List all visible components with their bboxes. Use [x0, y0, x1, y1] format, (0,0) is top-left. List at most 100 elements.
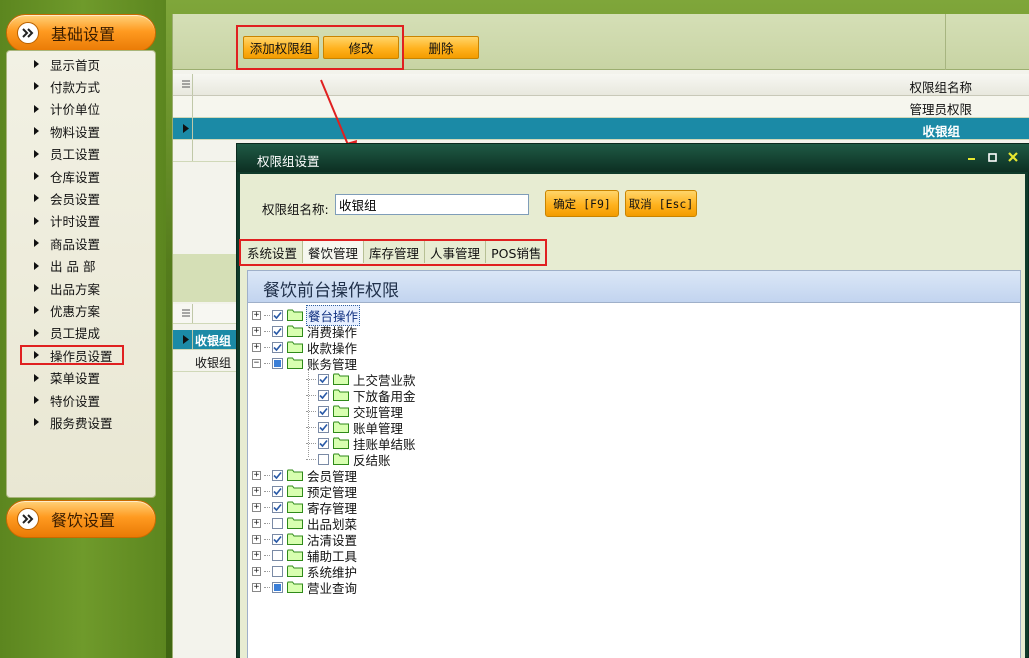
minimize-icon[interactable]: [964, 150, 978, 164]
sidebar-item-label: 仓库设置: [50, 169, 101, 185]
folder-icon: [287, 469, 306, 481]
edit-button[interactable]: 修改: [323, 36, 399, 59]
checkbox[interactable]: [272, 341, 283, 353]
tab[interactable]: POS销售: [486, 241, 548, 263]
expand-icon[interactable]: +: [252, 502, 261, 512]
sidebar-item[interactable]: 计价单位: [22, 99, 134, 119]
checkbox[interactable]: [272, 357, 283, 369]
add-group-button[interactable]: 添加权限组: [243, 36, 319, 59]
folder-icon: [287, 517, 306, 529]
close-icon[interactable]: [1006, 150, 1020, 164]
group-name-label: 权限组名称:: [262, 202, 329, 217]
checkbox[interactable]: [318, 373, 329, 385]
checkbox[interactable]: [272, 533, 283, 545]
triangle-right-icon: [34, 127, 39, 136]
table-row[interactable]: 管理员权限: [173, 96, 1029, 118]
sidebar-item[interactable]: 物料设置: [22, 121, 134, 141]
tree-connector: [264, 346, 270, 348]
checkbox[interactable]: [272, 565, 283, 577]
sidebar-item[interactable]: 特价设置: [22, 390, 134, 410]
folder-icon: [333, 405, 352, 417]
grid-menu-icon[interactable]: [179, 304, 193, 323]
sidebar-item-label: 服务费设置: [50, 415, 113, 431]
checkbox[interactable]: [272, 325, 283, 337]
lower-table-row[interactable]: 收银组: [173, 352, 237, 372]
double-chevron-icon: [17, 508, 39, 530]
triangle-right-icon: [34, 60, 39, 68]
tab[interactable]: 系统设置: [242, 241, 304, 263]
checkbox[interactable]: [318, 453, 329, 465]
sidebar-item[interactable]: 服务费设置: [22, 412, 134, 432]
tree-node[interactable]: − 账务管理: [252, 355, 358, 372]
checkbox[interactable]: [272, 309, 283, 321]
tab[interactable]: 人事管理: [425, 241, 487, 263]
expand-icon[interactable]: +: [252, 342, 261, 352]
delete-button[interactable]: 删除: [403, 36, 479, 59]
sidebar-item-label: 操作员设置: [50, 348, 113, 364]
sidebar-item[interactable]: 显示首页: [22, 54, 134, 74]
folder-icon: [333, 453, 352, 465]
column-header-group-name[interactable]: 权限组名称: [909, 77, 972, 96]
sidebar-item-label: 特价设置: [50, 393, 101, 409]
checkbox[interactable]: [272, 581, 283, 593]
checkbox[interactable]: [272, 549, 283, 561]
folder-icon: [287, 533, 306, 545]
expand-icon[interactable]: +: [252, 470, 261, 480]
sidebar-item[interactable]: 付款方式: [22, 76, 134, 96]
dialog-body: 权限组名称: 确定 [F9] 取消 [Esc] 系统设置餐饮管理库存管理人事管理…: [239, 174, 1025, 658]
sidebar-item[interactable]: 商品设置: [22, 233, 134, 253]
checkbox[interactable]: [318, 405, 329, 417]
tree-panel-title: 餐饮前台操作权限: [263, 281, 399, 301]
expand-icon[interactable]: +: [252, 486, 261, 496]
tab[interactable]: 库存管理: [364, 241, 426, 263]
sidebar-item[interactable]: 员工提成: [22, 323, 134, 343]
group-name-input[interactable]: [335, 194, 529, 215]
checkbox[interactable]: [272, 501, 283, 513]
checkbox[interactable]: [272, 469, 283, 481]
sidebar-item[interactable]: 操作员设置: [20, 345, 124, 366]
folder-icon: [333, 437, 352, 449]
folder-icon: [287, 357, 306, 369]
sidebar-item[interactable]: 菜单设置: [22, 368, 134, 388]
sidebar-item[interactable]: 计时设置: [22, 211, 134, 231]
menu-header-basic-settings[interactable]: 基础设置: [6, 14, 156, 52]
sidebar-item[interactable]: 出品方案: [22, 278, 134, 298]
permission-tree-panel: 餐饮前台操作权限 + 餐台操作 + 消费操作 + 收款操作 − 账务管理 上交营业款 下放备用金交…: [247, 270, 1021, 658]
folder-icon: [287, 501, 306, 513]
checkbox[interactable]: [318, 437, 329, 449]
sidebar-item[interactable]: 会员设置: [22, 188, 134, 208]
checkbox[interactable]: [318, 421, 329, 433]
checkbox[interactable]: [272, 517, 283, 529]
dialog-title-bar[interactable]: 权限组设置: [237, 144, 1029, 172]
grid-menu-icon[interactable]: [179, 74, 193, 95]
tree-node[interactable]: + 营业查询: [252, 579, 358, 596]
tab[interactable]: 餐饮管理: [303, 241, 365, 263]
sidebar-item[interactable]: 员工设置: [22, 144, 134, 164]
expand-icon[interactable]: +: [252, 310, 261, 320]
sidebar-item[interactable]: 仓库设置: [22, 166, 134, 186]
checkbox[interactable]: [272, 485, 283, 497]
sidebar-item-label: 出 品 部: [50, 259, 96, 275]
expand-icon[interactable]: +: [252, 518, 261, 528]
sidebar-item[interactable]: 出 品 部: [22, 256, 134, 276]
expand-icon[interactable]: +: [252, 582, 261, 592]
menu-header-catering-settings[interactable]: 餐饮设置: [6, 500, 156, 538]
cancel-button[interactable]: 取消 [Esc]: [625, 190, 697, 217]
table-row-selected[interactable]: 收银组: [173, 118, 1029, 140]
sidebar-item[interactable]: 优惠方案: [22, 300, 134, 320]
lower-grid-header: [173, 254, 237, 302]
triangle-right-icon: [34, 306, 39, 315]
confirm-button[interactable]: 确定 [F9]: [545, 190, 619, 217]
expand-icon[interactable]: +: [252, 534, 261, 544]
collapse-icon[interactable]: −: [252, 358, 261, 368]
expand-icon[interactable]: +: [252, 566, 261, 576]
triangle-right-icon: [34, 373, 39, 382]
grid-cell: 收银组: [195, 356, 232, 370]
folder-icon: [287, 325, 306, 337]
checkbox[interactable]: [318, 389, 329, 401]
maximize-icon[interactable]: [985, 150, 999, 164]
expand-icon[interactable]: +: [252, 550, 261, 560]
triangle-right-icon: [34, 328, 39, 337]
expand-icon[interactable]: +: [252, 326, 261, 336]
lower-table-row-selected[interactable]: 收银组: [173, 330, 237, 350]
